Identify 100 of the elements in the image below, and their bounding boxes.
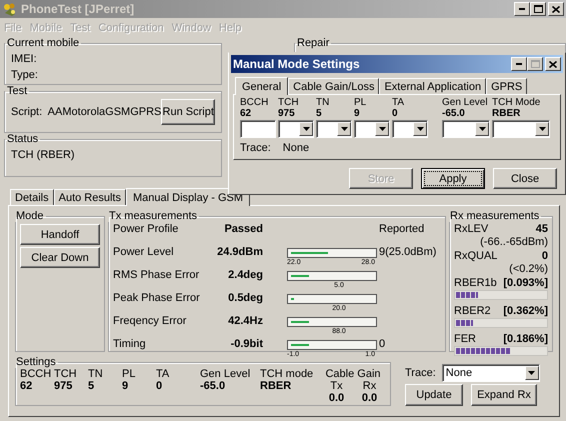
field-label: Type: [11,68,39,83]
measurement-label: Freqency Error [113,314,188,327]
dropdown[interactable] [316,120,352,138]
measurement-label: Timing [113,337,147,350]
measurement-label: RMS Phase Error [113,268,200,281]
dropdown-arrow-icon [340,127,348,131]
dropdown-arrow-icon [378,127,386,131]
mode-button[interactable]: Clear Down [20,247,100,268]
mode-button[interactable]: Handoff [20,224,100,245]
setting-value: -65.0 [200,380,226,392]
column-header: Reported [379,222,426,235]
field-label: TCH Mode [492,97,542,108]
window-title: Manual Mode Settings [233,57,361,71]
dropdown[interactable] [278,120,314,138]
setting-label: Tx [330,380,343,392]
group-label: Current mobile [6,37,80,49]
measurement-value: 42.4Hz [227,314,263,327]
dropdown-arrow-icon [416,127,424,131]
dialog-button[interactable]: Close [493,168,557,189]
field-label: IMEI: [11,52,38,67]
setting-label: Rx [362,380,376,392]
setting-label: BCCH [20,368,52,380]
setting-value: 62 [20,380,34,392]
close-icon [552,6,560,12]
field-label: TA [392,97,406,108]
measurement-value: -0.9bit [230,337,263,350]
tab[interactable]: Cable Gain/Loss [288,78,380,94]
field-value: 9 [354,108,361,120]
measurement-label: Power Level [113,245,175,258]
field-value: RBER [492,108,522,120]
measurement-label: RxLEV [454,222,488,236]
setting-value: 0 [156,380,164,392]
setting-value: 0.0 [328,392,344,404]
field-value: 62 [240,108,252,120]
setting-label: Gen Level [200,368,252,380]
input-field[interactable] [240,120,276,138]
tab[interactable]: General [235,77,288,95]
setting-label: TCH [54,368,78,380]
tab[interactable]: Auto Results [54,189,126,205]
measurement-value: Passed [223,222,263,235]
group-label: Rx measurements [449,210,540,222]
dropdown[interactable] [442,120,490,138]
minimize-icon [516,63,522,65]
update-button[interactable]: Update [405,384,463,406]
field-label: BCCH [240,97,270,108]
measurement-value: 0 [542,249,548,263]
tab[interactable]: GPRS [486,78,528,94]
field-value: 975 [278,108,296,120]
field-value: -65.0 [442,108,466,120]
window-title: PhoneTest [JPerret] [21,2,136,16]
measurement-label: FER [454,332,476,346]
measurement-value: 2.4deg [227,268,263,281]
dropdown[interactable]: None [442,364,540,382]
measurement-value: 45 [536,222,548,236]
measurement-label: RBER1b [454,276,497,290]
group-label: Cable Gain [325,368,381,380]
dropdown-arrow-icon [528,371,536,375]
field-label: Gen Level [442,97,489,108]
measurement-label: RBER2 [454,304,491,318]
maximize-icon [530,60,540,68]
dropdown[interactable] [354,120,390,138]
field-value: 5 [316,108,323,120]
maximize-icon [534,5,542,13]
measurement-value: [0.186%] [503,332,548,346]
dropdown[interactable] [492,120,550,138]
group-label: Test [6,85,28,97]
field-value: None [282,142,310,154]
close-button[interactable] [545,57,561,71]
measurement-value: [0.093%] [503,276,548,290]
run-script-button[interactable]: Run Script [161,99,215,125]
group-label: Repair [296,37,330,49]
setting-label: PL [122,368,136,380]
expand-button[interactable]: Expand Rx [471,384,537,406]
field-label: TCH [278,97,300,108]
measurement-label: Peak Phase Error [113,291,201,304]
dialog-button[interactable]: Apply [421,168,485,189]
minimize-button[interactable] [511,57,527,71]
maximize-button[interactable] [527,57,543,71]
range-note: (-66..-65dBm) [479,236,548,249]
dropdown-arrow-icon [478,127,486,131]
field-value: 0 [392,108,399,120]
group-label: Tx measurements [108,210,198,222]
measurement-label: Power Profile [113,222,180,235]
close-icon [549,60,557,68]
tab[interactable]: External Application [379,78,486,94]
setting-label: TA [156,368,170,380]
dropdown-arrow-icon [538,127,546,131]
status-text: TCH (RBER) [11,148,76,163]
dropdown[interactable] [392,120,428,138]
field-label: Trace: [240,142,271,154]
measurement-value: [0.362%] [503,304,548,318]
setting-label: TN [88,368,104,380]
setting-value: 975 [54,380,74,392]
dropdown-arrow-icon [302,127,310,131]
minimize-icon [519,8,525,10]
group-label: Mode [15,210,45,222]
reported-value: 0 [379,337,386,350]
field-label: PL [354,97,368,108]
measurement-label: RxQUAL [454,249,498,263]
tab[interactable]: Details [10,189,54,205]
